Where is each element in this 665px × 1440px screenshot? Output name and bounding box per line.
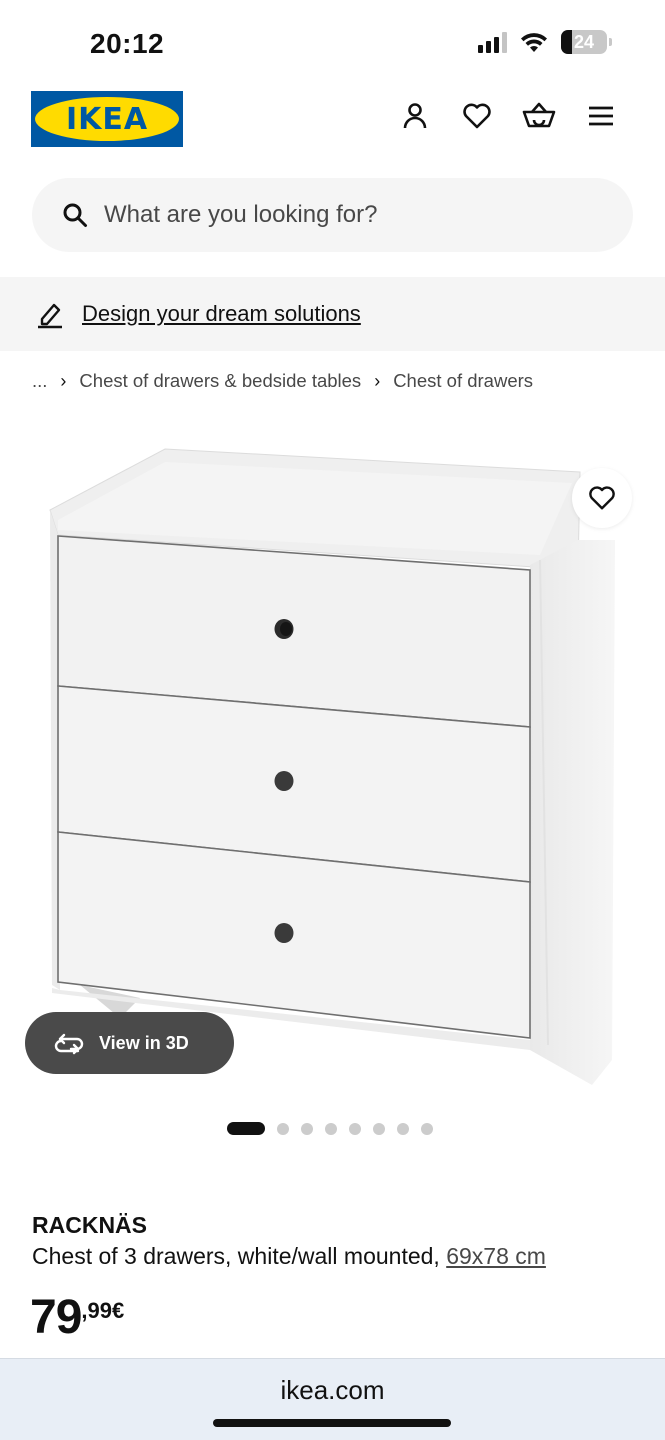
logo-oval: IKEA <box>35 97 179 141</box>
home-indicator <box>213 1419 451 1427</box>
carousel-dot[interactable] <box>373 1122 385 1135</box>
heart-icon <box>589 486 615 510</box>
view-in-3d-label: View in 3D <box>99 1032 189 1053</box>
view-in-3d-button[interactable]: View in 3D <box>25 1012 234 1074</box>
rotate-3d-icon <box>54 1033 84 1055</box>
product-size-link[interactable]: 69x78 cm <box>446 1243 546 1269</box>
breadcrumb-chest-bedside[interactable]: Chest of drawers & bedside tables <box>79 370 361 392</box>
header-icons <box>397 98 619 134</box>
wifi-icon <box>521 33 547 52</box>
product-price: 79 ,99€ <box>30 1294 124 1342</box>
product-description-text: Chest of 3 drawers, white/wall mounted, <box>32 1243 447 1269</box>
price-decimal: ,99€ <box>81 1298 125 1323</box>
carousel-dot[interactable] <box>397 1122 409 1135</box>
promo-bar: Design your dream solutions <box>0 277 665 351</box>
favorite-button[interactable] <box>572 468 632 528</box>
pencil-icon <box>38 303 62 329</box>
carousel-dot[interactable] <box>421 1122 433 1135</box>
browser-address-bar[interactable]: ikea.com <box>0 1358 665 1440</box>
ikea-logo[interactable]: IKEA <box>31 91 183 147</box>
chevron-right-icon: › <box>374 370 381 391</box>
status-icons: 24 <box>478 30 612 54</box>
price-integer: 79 <box>30 1291 82 1344</box>
menu-icon[interactable] <box>583 98 619 134</box>
breadcrumb: ... › Chest of drawers & bedside tables … <box>32 370 533 392</box>
cellular-signal-icon <box>478 31 507 53</box>
logo-text: IKEA <box>65 101 149 137</box>
battery-icon: 24 <box>561 30 612 54</box>
carousel-dot[interactable] <box>349 1122 361 1135</box>
carousel-dot[interactable] <box>301 1122 313 1135</box>
carousel-dot[interactable] <box>325 1122 337 1135</box>
carousel-pagination <box>227 1122 433 1135</box>
search-placeholder: What are you looking for? <box>104 201 378 228</box>
breadcrumb-ellipsis[interactable]: ... <box>32 370 47 392</box>
carousel-dot[interactable] <box>277 1122 289 1135</box>
chevron-right-icon: › <box>60 370 67 391</box>
search-input[interactable]: What are you looking for? <box>32 178 633 252</box>
status-time: 20:12 <box>90 28 165 59</box>
breadcrumb-chest-of-drawers[interactable]: Chest of drawers <box>393 370 533 392</box>
product-description: Chest of 3 drawers, white/wall mounted, … <box>32 1243 546 1270</box>
account-icon[interactable] <box>397 98 433 134</box>
basket-icon[interactable] <box>521 98 557 134</box>
carousel-dot[interactable] <box>227 1122 265 1135</box>
browser-url[interactable]: ikea.com <box>0 1375 665 1406</box>
site-header: IKEA <box>0 90 665 150</box>
search-icon <box>63 203 87 227</box>
status-bar: 20:12 24 <box>0 0 665 90</box>
design-solutions-link[interactable]: Design your dream solutions <box>82 301 361 327</box>
product-name: RACKNÄS <box>32 1212 147 1238</box>
battery-level: 24 <box>573 31 595 52</box>
wishlist-heart-icon[interactable] <box>459 98 495 134</box>
